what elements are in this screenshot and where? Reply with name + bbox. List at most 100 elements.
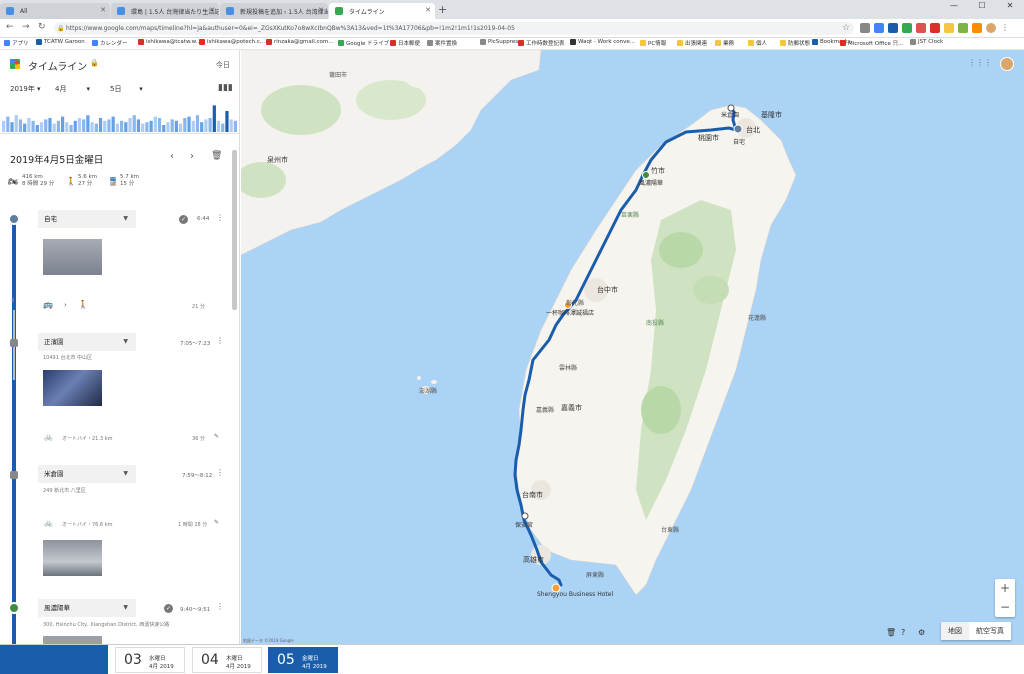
histogram-bar[interactable] (187, 116, 191, 132)
url-input[interactable]: 🔒 https://www.google.com/maps/timeline?h… (54, 22, 854, 35)
extension-icon[interactable] (972, 23, 982, 33)
extension-icon[interactable] (902, 23, 912, 33)
map-label-stop1[interactable]: 米倉園 (721, 110, 739, 119)
close-window-button[interactable]: ✕ (996, 0, 1024, 14)
bookmark-item[interactable]: 案件置換 (427, 39, 457, 47)
histogram-bar[interactable] (48, 118, 52, 132)
histogram-bar[interactable] (115, 123, 119, 132)
more-menu-icon[interactable]: ⋮ (216, 602, 224, 611)
next-day-icon[interactable]: › (190, 151, 194, 162)
histogram-bar[interactable] (10, 122, 14, 132)
histogram-bar[interactable] (132, 115, 136, 132)
bookmark-item[interactable]: 個人 (748, 39, 767, 47)
bookmark-item[interactable]: 工作時数登記表 (518, 39, 565, 47)
map-canvas[interactable]: 泉州市 莆田市 台北 桃園市 基隆市 竹市 苗栗縣 台中市 彰化縣 花蓮縣 南投… (241, 50, 1024, 644)
year-select[interactable]: 2019年 ▾ (10, 84, 41, 94)
trash-icon[interactable]: 🗑 (886, 628, 896, 637)
histogram-bar[interactable] (31, 120, 35, 132)
bookmark-item[interactable]: Microsoft Office 只... (840, 39, 903, 47)
histogram-bar[interactable] (56, 120, 60, 132)
extension-icon[interactable] (916, 23, 926, 33)
bookmark-item[interactable]: Waqt - Work conve... (570, 39, 635, 45)
bookmark-item[interactable]: Google ドライブ (338, 39, 389, 47)
close-tab-icon[interactable]: ✕ (425, 6, 431, 14)
place-home[interactable]: 自宅 ▼ (38, 210, 136, 228)
bookmark-item[interactable]: rinzaka@gmail.com... (266, 39, 334, 45)
apps-grid-icon[interactable]: ⋮⋮⋮ (968, 58, 992, 67)
histogram-bar[interactable] (120, 120, 124, 132)
check-icon[interactable]: ✓ (164, 604, 173, 613)
histogram-bar[interactable] (124, 122, 128, 132)
histogram-bar[interactable] (174, 120, 178, 132)
more-menu-icon[interactable]: ⋮ (216, 336, 224, 345)
edit-icon[interactable]: ✎ (214, 519, 219, 526)
close-tab-icon[interactable]: ✕ (209, 6, 215, 14)
histogram-bar[interactable] (44, 119, 48, 132)
minimize-button[interactable]: — (940, 0, 968, 14)
edit-icon[interactable]: ✎ (214, 433, 219, 440)
histogram-bar[interactable] (61, 116, 65, 132)
more-menu-icon[interactable]: ⋮ (216, 468, 224, 477)
close-tab-icon[interactable]: ✕ (318, 6, 324, 14)
map-label-stop4[interactable]: 保安宮 (515, 520, 533, 529)
histogram-bar[interactable] (73, 120, 77, 132)
photo-thumbnail[interactable] (43, 636, 102, 644)
extension-icon[interactable] (930, 23, 940, 33)
forward-icon[interactable]: → (22, 22, 30, 32)
bookmark-item[interactable]: ishikawa@tcatw.w... (138, 39, 201, 45)
activity-histogram[interactable] (0, 102, 240, 134)
bookmark-item[interactable]: ishikawa@potech.c... (199, 39, 265, 45)
histogram-bar[interactable] (157, 118, 162, 132)
delete-icon[interactable]: 🗑 (211, 151, 222, 161)
extension-icon[interactable] (860, 23, 870, 33)
bookmark-item[interactable]: TCATW Garoon (36, 39, 85, 45)
histogram-bar[interactable] (149, 120, 153, 132)
tab-new-post[interactable]: 新規投稿を追加 ‹ 1.5人 台湾律当た ✕ (220, 3, 328, 19)
histogram-bar[interactable] (111, 116, 115, 132)
histogram-bar[interactable] (65, 122, 69, 132)
profile-avatar-icon[interactable] (986, 23, 996, 33)
bookmark-star-icon[interactable]: ☆ (842, 23, 850, 33)
photo-thumbnail[interactable] (43, 370, 102, 406)
histogram-bar[interactable] (195, 115, 200, 132)
histogram-bar[interactable] (183, 118, 187, 132)
bookmark-item[interactable]: 業務 (715, 39, 734, 47)
photo-thumbnail[interactable] (43, 239, 102, 275)
map-label-hotel[interactable]: Shengyou Business Hotel (537, 591, 613, 598)
extension-icon[interactable] (944, 23, 954, 33)
histogram-bar[interactable] (90, 122, 94, 132)
map-label-stop2[interactable]: 風濃陽華 (639, 178, 663, 187)
histogram-bar[interactable] (179, 123, 183, 132)
map-label-home[interactable]: 自宅 (733, 137, 745, 146)
today-button[interactable]: 今日 (216, 60, 230, 70)
tab-timeline[interactable]: タイムライン ✕ (329, 3, 435, 19)
histogram-bar[interactable] (86, 115, 90, 132)
bookmark-item[interactable]: 日本郵便 (390, 39, 420, 47)
histogram-bar[interactable] (14, 115, 18, 132)
histogram-bar[interactable] (35, 125, 39, 132)
histogram-bar[interactable] (6, 116, 10, 132)
zoom-in-button[interactable]: + (995, 579, 1015, 598)
histogram-bar[interactable] (162, 125, 166, 132)
prev-day-icon[interactable]: ‹ (170, 151, 174, 162)
extension-icon[interactable] (888, 23, 898, 33)
histogram-bar[interactable] (107, 119, 111, 132)
bookmark-item[interactable]: 出張関連 (677, 39, 707, 47)
histogram-bar[interactable] (103, 120, 107, 132)
histogram-bar[interactable] (145, 122, 149, 132)
histogram-bar[interactable] (77, 118, 82, 132)
day-card-04[interactable]: 04 木曜日 4月 2019 (192, 647, 262, 673)
help-icon[interactable]: ? (901, 628, 905, 637)
user-avatar[interactable] (1000, 57, 1014, 71)
histogram-bar[interactable] (225, 111, 229, 132)
menu-kebab-icon[interactable]: ⋮ (1000, 23, 1010, 33)
bookmark-item[interactable]: PC情報 (640, 39, 666, 47)
place-3[interactable]: 米倉園 ▼ (38, 465, 136, 483)
histogram-bar[interactable] (141, 123, 145, 132)
place-2[interactable]: 正濱園 ▼ (38, 333, 136, 351)
histogram-bar[interactable] (200, 122, 204, 132)
more-menu-icon[interactable]: ⋮ (216, 213, 224, 222)
tab-round-island[interactable]: 環島 | 1.5人 台灣律当たり生活記 ✕ (111, 3, 219, 19)
reload-icon[interactable]: ↻ (38, 22, 46, 32)
histogram-bar[interactable] (27, 118, 31, 132)
